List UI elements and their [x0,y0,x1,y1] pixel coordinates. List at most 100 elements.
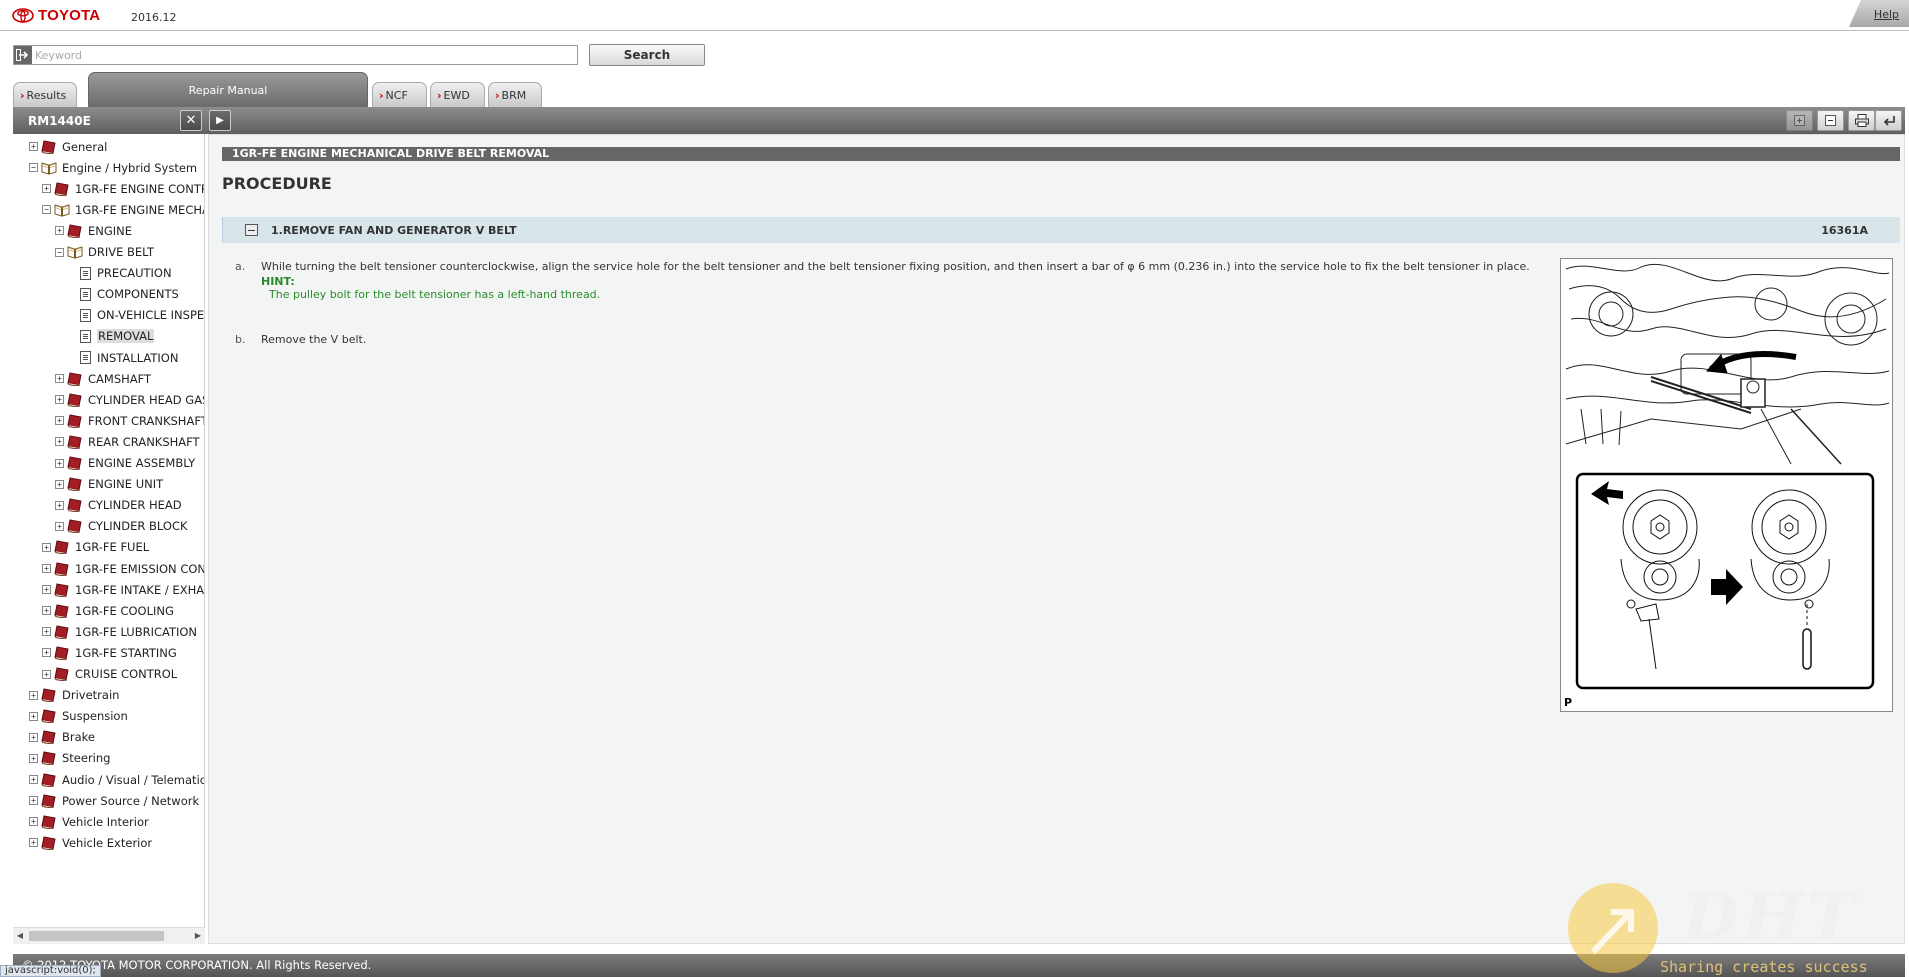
collapse-toggle-icon[interactable]: − [42,205,51,215]
tree-item[interactable]: +1GR-FE EMISSION CONTROL [42,560,204,577]
collapse-step-toggle[interactable] [245,224,258,236]
document-title-bar: 1GR-FE ENGINE MECHANICAL DRIVE BELT REMO… [222,147,1900,161]
tree-item[interactable]: + CYLINDER HEAD GASKET [55,391,204,408]
tree-item-label: ENGINE UNIT [88,477,164,492]
chevron-right-icon: › [20,88,25,102]
tab-repair-manual[interactable]: Repair Manual [88,72,368,107]
tree-item[interactable]: +1GR-FE FUEL [42,539,149,556]
expand-toggle-icon[interactable]: + [29,753,38,763]
collapse-toggle-icon[interactable]: − [29,163,38,173]
expand-toggle-icon[interactable]: + [29,817,38,827]
expand-toggle-icon[interactable]: + [55,374,64,384]
expand-toggle-icon[interactable]: + [29,796,38,806]
tree-item-label: ENGINE ASSEMBLY [88,456,196,470]
tree-item[interactable]: − Engine / Hybrid System [29,159,197,176]
step-title: 1.REMOVE FAN AND GENERATOR V BELT [271,224,517,237]
expand-toggle-icon[interactable]: + [29,711,38,721]
expand-toggle-icon[interactable]: + [55,226,64,236]
expand-toggle-icon[interactable]: + [55,458,64,468]
scroll-right-icon[interactable]: ▶ [193,931,203,941]
expand-toggle-icon[interactable]: + [42,564,51,573]
tree-item[interactable]: REMOVAL [68,328,155,345]
tree-item[interactable]: + Steering [29,750,110,767]
procedure-heading: PROCEDURE [222,174,332,193]
tree-item[interactable]: +1GR-FE COOLING [42,602,174,619]
expand-toggle-icon[interactable]: + [55,479,64,489]
close-tree-button[interactable]: ✕ [180,110,202,131]
tree-item[interactable]: + Power Source / Network [29,792,199,809]
tree-item[interactable]: − DRIVE BELT [55,244,154,261]
close-icon: ✕ [185,113,197,128]
tree-horizontal-scrollbar[interactable]: ◀ ▶ [13,927,205,944]
tree-item[interactable]: + REAR CRANKSHAFT OIL SEAL [55,433,204,450]
substep-a-text: While turning the belt tensioner counter… [261,260,1530,273]
expand-toggle-icon[interactable]: + [42,606,51,616]
expand-toggle-icon[interactable]: + [55,395,64,405]
search-button[interactable]: Search [589,44,705,66]
expand-toggle-icon[interactable]: + [42,627,51,637]
tree-item[interactable]: + FRONT CRANKSHAFT OIL SEAL [55,412,204,429]
scroll-left-icon[interactable]: ◀ [15,931,25,941]
tree-item[interactable]: PRECAUTION [68,265,172,282]
tab-brm[interactable]: › BRM [488,82,542,107]
tree-item[interactable]: + Brake [29,729,95,746]
expand-toggle-icon[interactable]: + [29,732,38,742]
expand-toggle-icon[interactable]: + [29,775,38,784]
expand-toggle-icon[interactable]: + [42,585,51,595]
collapse-all-button[interactable] [1817,110,1844,131]
tree-item[interactable]: + ENGINE UNIT [55,476,163,493]
expand-toggle-icon[interactable]: + [42,184,51,194]
tree-item-label: ENGINE [88,223,133,238]
tree-item[interactable]: + General [29,138,107,155]
hint-label: HINT: [261,275,295,288]
tree-item-label: Brake [62,730,95,745]
expand-toggle-icon[interactable]: + [42,542,51,552]
expand-toggle-icon[interactable]: + [55,437,64,447]
document-page-icon [80,287,91,301]
toyota-emblem-icon [12,8,34,23]
open-book-icon [67,246,83,259]
keyword-input[interactable] [32,46,577,64]
tree-item[interactable]: + Vehicle Interior [29,813,149,830]
tree-item[interactable]: ON-VEHICLE INSPECTION [68,307,204,324]
tree-item[interactable]: + ENGINE [55,222,132,239]
expand-toggle-icon[interactable]: + [55,521,64,531]
closed-book-icon [54,561,69,576]
expand-all-button[interactable] [1786,110,1813,131]
tree-item[interactable]: INSTALLATION [68,349,178,366]
print-button[interactable] [1848,110,1875,131]
tree-item[interactable]: + Drivetrain [29,687,119,704]
expand-toggle-icon[interactable]: + [42,648,51,658]
tree-item[interactable]: + ENGINE ASSEMBLY [55,455,195,472]
tree-item[interactable]: − 1GR-FE ENGINE MECHANICAL [42,201,204,218]
back-button[interactable] [1875,110,1902,131]
tree-item[interactable]: +1GR-FE INTAKE / EXHAUST [42,581,204,598]
tree-item[interactable]: +1GR-FE STARTING [42,644,177,661]
expand-toggle-icon[interactable]: + [29,690,38,700]
tab-results[interactable]: › Results [13,82,77,107]
tab-ewd[interactable]: › EWD [430,82,485,107]
tree-item[interactable]: + CRUISE CONTROL [42,666,177,683]
tree-item[interactable]: + CYLINDER HEAD [55,497,182,514]
expand-toggle-icon[interactable]: + [29,838,38,848]
tree-item[interactable]: +1GR-FE LUBRICATION [42,623,197,640]
expand-toggle-icon[interactable]: + [29,142,38,151]
status-bar-url: javascript:void(0); [0,965,101,977]
tree-item[interactable]: +1GR-FE ENGINE CONTROL [42,180,204,197]
tab-ncf[interactable]: › NCF [372,82,427,107]
tree-item[interactable]: + Audio / Visual / Telematics [29,771,204,788]
tree-item[interactable]: + CAMSHAFT [55,370,151,387]
tree-item[interactable]: + Vehicle Exterior [29,834,152,851]
tree-item[interactable]: + Suspension [29,708,128,725]
expand-toggle-icon[interactable]: + [42,669,51,679]
belt-tensioner-illustration[interactable]: P [1560,258,1893,712]
expand-panel-button[interactable]: ▶ [209,110,231,131]
help-link[interactable]: Help [1874,8,1899,21]
closed-book-icon [41,794,56,808]
tree-item[interactable]: COMPONENTS [68,286,179,303]
scroll-thumb[interactable] [29,931,164,941]
tree-item[interactable]: + CYLINDER BLOCK [55,518,188,535]
expand-toggle-icon[interactable]: + [55,500,64,510]
collapse-toggle-icon[interactable]: − [55,247,64,257]
expand-toggle-icon[interactable]: + [55,416,64,426]
